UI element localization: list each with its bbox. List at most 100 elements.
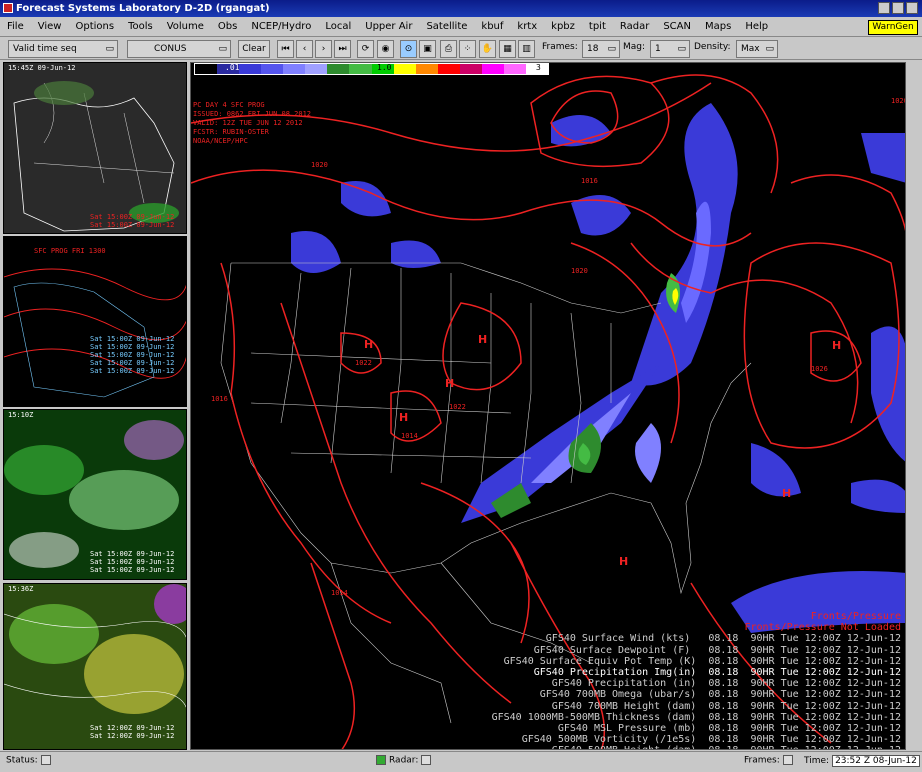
menu-item-kbuf[interactable]: kbuf [474, 17, 510, 37]
legend-entry[interactable]: GFS40 500MB Height (dam) 08.18 90HR Tue … [492, 745, 901, 749]
pressure-label: 1020 [571, 267, 588, 275]
legend-entry[interactable]: GFS40 500MB Vorticity (/1e5s) 08.18 90HR… [492, 734, 901, 745]
pressure-label: 1022 [449, 403, 466, 411]
menu-item-satellite[interactable]: Satellite [419, 17, 474, 37]
satellite-map [13, 81, 179, 232]
time-section: Time: 23:52 Z 08-Jun-12 [804, 755, 920, 767]
density-value: Max [741, 44, 760, 54]
main-map-display[interactable]: H H H H H H H 1020 1020 1020 1022 1022 1… [190, 62, 906, 750]
panel-bottom-text: Sat 15:00Z 09-Jun-12 Sat 15:00Z 09-Jun-1… [90, 335, 175, 375]
menu-item-view[interactable]: View [31, 17, 69, 37]
colorbar-swatch [503, 64, 526, 74]
step-forward-icon[interactable]: › [315, 40, 332, 58]
colorbar-swatch [481, 64, 504, 74]
hpc-prog-header: PC DAY 4 SFC PROG ISSUED: 0862 FRI JUN 0… [193, 101, 312, 145]
time-value: 23:52 Z 08-Jun-12 [832, 755, 920, 767]
panel-bottom-text: Sat 15:00Z 09-Jun-12 Sat 15:00Z 09-Jun-1… [90, 213, 175, 229]
colorbar-label-high: 3 [536, 63, 541, 72]
loop-icon[interactable]: ⟳ [357, 40, 374, 58]
chevron-down-icon: ▭ [218, 44, 227, 54]
panel-top-text: SFC PROG FRI 1300 [34, 247, 106, 255]
menu-item-tools[interactable]: Tools [121, 17, 160, 37]
status-bar: Status: Radar: Frames: Time: 23:52 Z 08-J… [0, 751, 922, 772]
pressure-label: 1020 [311, 161, 328, 169]
menu-item-volume[interactable]: Volume [160, 17, 211, 37]
legend-entry[interactable]: Fronts/Pressure Not Loaded [492, 622, 901, 633]
scale-dropdown[interactable]: CONUS ▭ [127, 40, 231, 58]
legend-entry[interactable]: GFS40 700MB Omega (ubar/s) 08.18 90HR Tu… [492, 689, 901, 700]
chevron-down-icon: ▭ [105, 44, 114, 54]
legend-entry[interactable]: GFS40 Precipitation Img(in) 08.18 90HR T… [492, 667, 901, 678]
chevron-down-icon: ▭ [607, 44, 616, 54]
colorbar-label-mid: 1.0 [377, 63, 392, 72]
step-back-icon[interactable]: ‹ [296, 40, 313, 58]
side-panel-satellite[interactable]: 15:45Z 09-Jun-12 Sat 15:00Z 09-Jun-12 Sa… [3, 62, 187, 234]
high-pressure-marker: H [782, 487, 791, 500]
close-icon[interactable] [906, 2, 918, 14]
panel-bottom-text: Sat 15:00Z 09-Jun-12 Sat 15:00Z 09-Jun-1… [90, 550, 175, 574]
menu-item-options[interactable]: Options [68, 17, 121, 37]
pressure-label: 1016 [211, 395, 228, 403]
menu-item-tpit[interactable]: tpit [582, 17, 613, 37]
legend-entry[interactable]: GFS40 Surface Wind (kts) 08.18 90HR Tue … [492, 633, 901, 644]
menu-item-upper-air[interactable]: Upper Air [358, 17, 419, 37]
minimize-icon[interactable] [878, 2, 890, 14]
high-pressure-marker: H [832, 339, 841, 352]
panel-bottom-text: Sat 12:00Z 09-Jun-12 Sat 12:00Z 09-Jun-1… [90, 724, 175, 740]
warngen-button[interactable]: WarnGen [868, 20, 918, 35]
pressure-label: 1014 [331, 589, 348, 597]
radar-button[interactable] [421, 755, 432, 765]
menu-item-kpbz[interactable]: kpbz [544, 17, 582, 37]
mag-dropdown[interactable]: 1 ▭ [650, 40, 690, 58]
side-panel-model-green[interactable]: 15:10Z Sat 15:00Z 09-Jun-12 Sat 15:00Z 0… [3, 409, 187, 580]
menu-item-local[interactable]: Local [318, 17, 358, 37]
menu-item-file[interactable]: File [0, 17, 31, 37]
clear-button[interactable]: Clear [238, 40, 270, 58]
menu-item-krtx[interactable]: krtx [510, 17, 544, 37]
legend-entry[interactable]: GFS40 700MB Height (dam) 08.18 90HR Tue … [492, 701, 901, 712]
toolbar: Valid time seq ▭ CONUS ▭ Clear ⏮ ‹ › ⏭ ⟳ ◉… [0, 38, 922, 60]
menu-item-help[interactable]: Help [738, 17, 775, 37]
menu-item-obs[interactable]: Obs [211, 17, 244, 37]
layout-icon[interactable]: ▦ [499, 40, 516, 58]
legend-entry[interactable]: GFS40 1000MB-500MB Thickness (dam) 08.18… [492, 712, 901, 723]
sample-icon[interactable]: ⁘ [459, 40, 476, 58]
colorbar-swatch [437, 64, 460, 74]
high-pressure-marker: H [478, 333, 487, 346]
menu-bar: File View Options Tools Volume Obs NCEP/Hydro L… [0, 17, 922, 37]
legend-entry[interactable]: GFS40 Surface Dewpoint (F) 08.18 90HR Tu… [492, 645, 901, 656]
legend-entry[interactable]: GFS40 Precipitation (in) 08.18 90HR Tue … [492, 678, 901, 689]
density-dropdown[interactable]: Max ▭ [736, 40, 778, 58]
layout-alt-icon[interactable]: ▥ [518, 40, 535, 58]
frames-button[interactable] [782, 755, 793, 765]
first-frame-icon[interactable]: ⏮ [277, 40, 294, 58]
status-button[interactable] [40, 755, 51, 765]
radar-section: Radar: [376, 755, 432, 766]
frames-label: Frames: [542, 42, 578, 52]
side-panel-model-yellow[interactable]: 15:36Z Sat 12:00Z 09-Jun-12 Sat 12:00Z 0… [3, 583, 187, 750]
frames-dropdown[interactable]: 18 ▭ [582, 40, 620, 58]
image-properties-icon[interactable]: ▣ [419, 40, 436, 58]
pressure-label: 1020 [891, 97, 906, 105]
high-pressure-marker: H [399, 411, 408, 424]
legend-entry[interactable]: GFS40 MSL Pressure (mb) 08.18 90HR Tue 1… [492, 723, 901, 734]
rock-icon[interactable]: ◉ [377, 40, 394, 58]
menu-item-ncep-hydro[interactable]: NCEP/Hydro [244, 17, 318, 37]
menu-item-radar[interactable]: Radar [613, 17, 656, 37]
status-section: Status: [6, 755, 51, 766]
side-panel-surface-prog[interactable]: SFC PROG FRI 1300 Sat 15:00Z 09-Jun-12 S… [3, 236, 187, 407]
menu-item-maps[interactable]: Maps [698, 17, 738, 37]
auto-update-icon[interactable]: ⊙ [400, 40, 417, 58]
colorbar-label-low: .01 [225, 63, 240, 72]
precipitation-colorbar [194, 63, 549, 75]
print-icon[interactable]: ⎙ [440, 40, 457, 58]
legend-entry[interactable]: GFS40 Surface Equiv Pot Temp (K) 08.18 9… [492, 656, 901, 667]
pan-icon[interactable]: ✋ [479, 40, 496, 58]
last-frame-icon[interactable]: ⏭ [334, 40, 351, 58]
high-pressure-marker: H [619, 555, 628, 568]
menu-item-scan[interactable]: SCAN [656, 17, 698, 37]
maximize-icon[interactable] [892, 2, 904, 14]
valid-time-dropdown[interactable]: Valid time seq ▭ [8, 40, 118, 58]
window-title: Forecast Systems Laboratory D-2D (rganga… [16, 3, 270, 14]
legend-entry[interactable]: Fronts/Pressure [492, 611, 901, 622]
